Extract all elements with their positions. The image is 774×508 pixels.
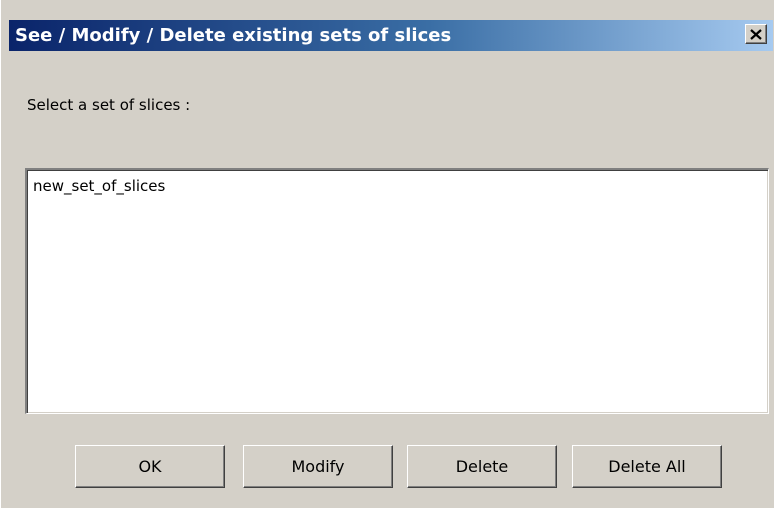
list-item[interactable]: new_set_of_slices [33,177,165,195]
title-bar[interactable]: See / Modify / Delete existing sets of s… [9,20,773,51]
select-set-label: Select a set of slices : [27,96,191,114]
window-title: See / Modify / Delete existing sets of s… [15,25,452,46]
ok-button[interactable]: OK [75,445,225,488]
close-icon [750,28,762,40]
delete-button[interactable]: Delete [407,445,557,488]
slice-sets-listbox[interactable]: new_set_of_slices [25,168,769,414]
dialog-window: See / Modify / Delete existing sets of s… [0,0,774,508]
delete-all-button[interactable]: Delete All [572,445,722,488]
close-button[interactable] [745,24,767,44]
modify-button[interactable]: Modify [243,445,393,488]
